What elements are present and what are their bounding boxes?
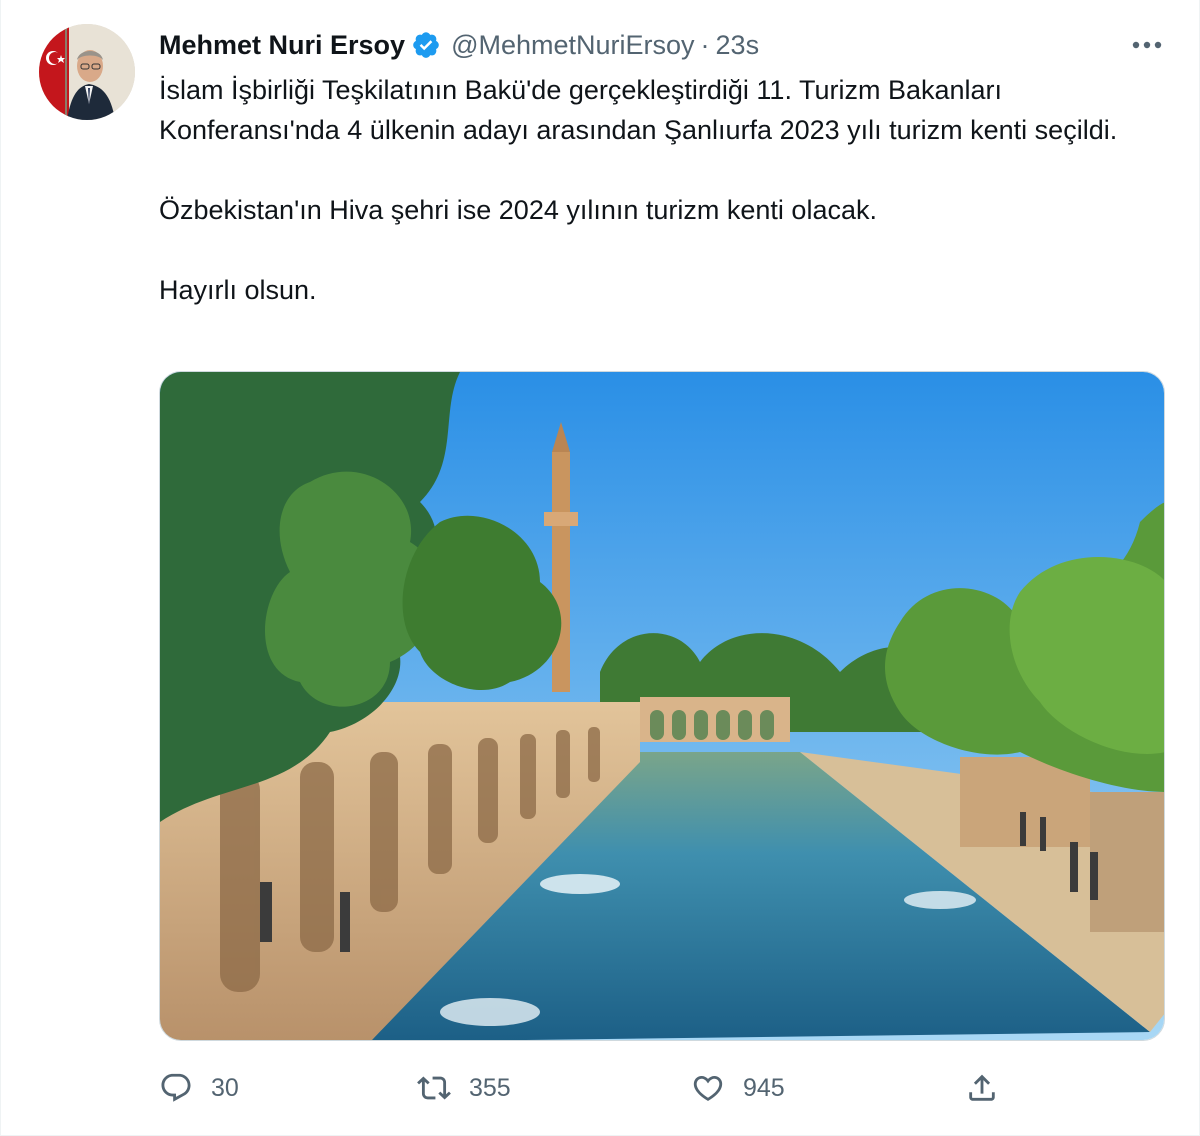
more-options-button[interactable] [1129, 30, 1165, 60]
reply-button[interactable]: 30 [159, 1066, 239, 1110]
retweet-icon [417, 1076, 451, 1100]
tweet-actions: 30 355 945 [159, 1066, 1169, 1110]
handle[interactable]: @MehmetNuriErsoy [451, 30, 694, 61]
avatar[interactable] [39, 24, 135, 120]
more-icon [1132, 41, 1162, 49]
tweet-photo[interactable] [159, 371, 1165, 1041]
display-name[interactable]: Mehmet Nuri Ersoy [159, 30, 405, 61]
tweet-paragraph: Hayırlı olsun. [159, 275, 317, 305]
tweet-paragraph: İslam İşbirliği Teşkilatının Bakü'de ger… [159, 75, 1118, 145]
avatar-photo [39, 24, 135, 120]
tweet-paragraph: Özbekistan'ın Hiva şehri ise 2024 yılını… [159, 195, 877, 225]
reply-count: 30 [211, 1073, 239, 1102]
heart-icon [693, 1075, 723, 1101]
tweet-text: İslam İşbirliği Teşkilatının Bakü'de ger… [159, 70, 1169, 310]
retweet-button[interactable]: 355 [417, 1066, 511, 1110]
verified-badge-icon [413, 32, 439, 58]
share-icon [969, 1074, 995, 1101]
timestamp[interactable]: 23s [716, 30, 760, 61]
like-button[interactable]: 945 [691, 1066, 785, 1110]
share-button[interactable] [965, 1066, 999, 1110]
reply-icon [161, 1073, 191, 1102]
like-count: 945 [743, 1073, 785, 1102]
photo-illustration [160, 372, 1164, 1040]
tweet[interactable]: Mehmet Nuri Ersoy @MehmetNuriErsoy · 23s… [0, 0, 1200, 1136]
tweet-header: Mehmet Nuri Ersoy @MehmetNuriErsoy · 23s [159, 26, 759, 64]
separator-dot: · [700, 29, 710, 60]
retweet-count: 355 [469, 1073, 511, 1102]
